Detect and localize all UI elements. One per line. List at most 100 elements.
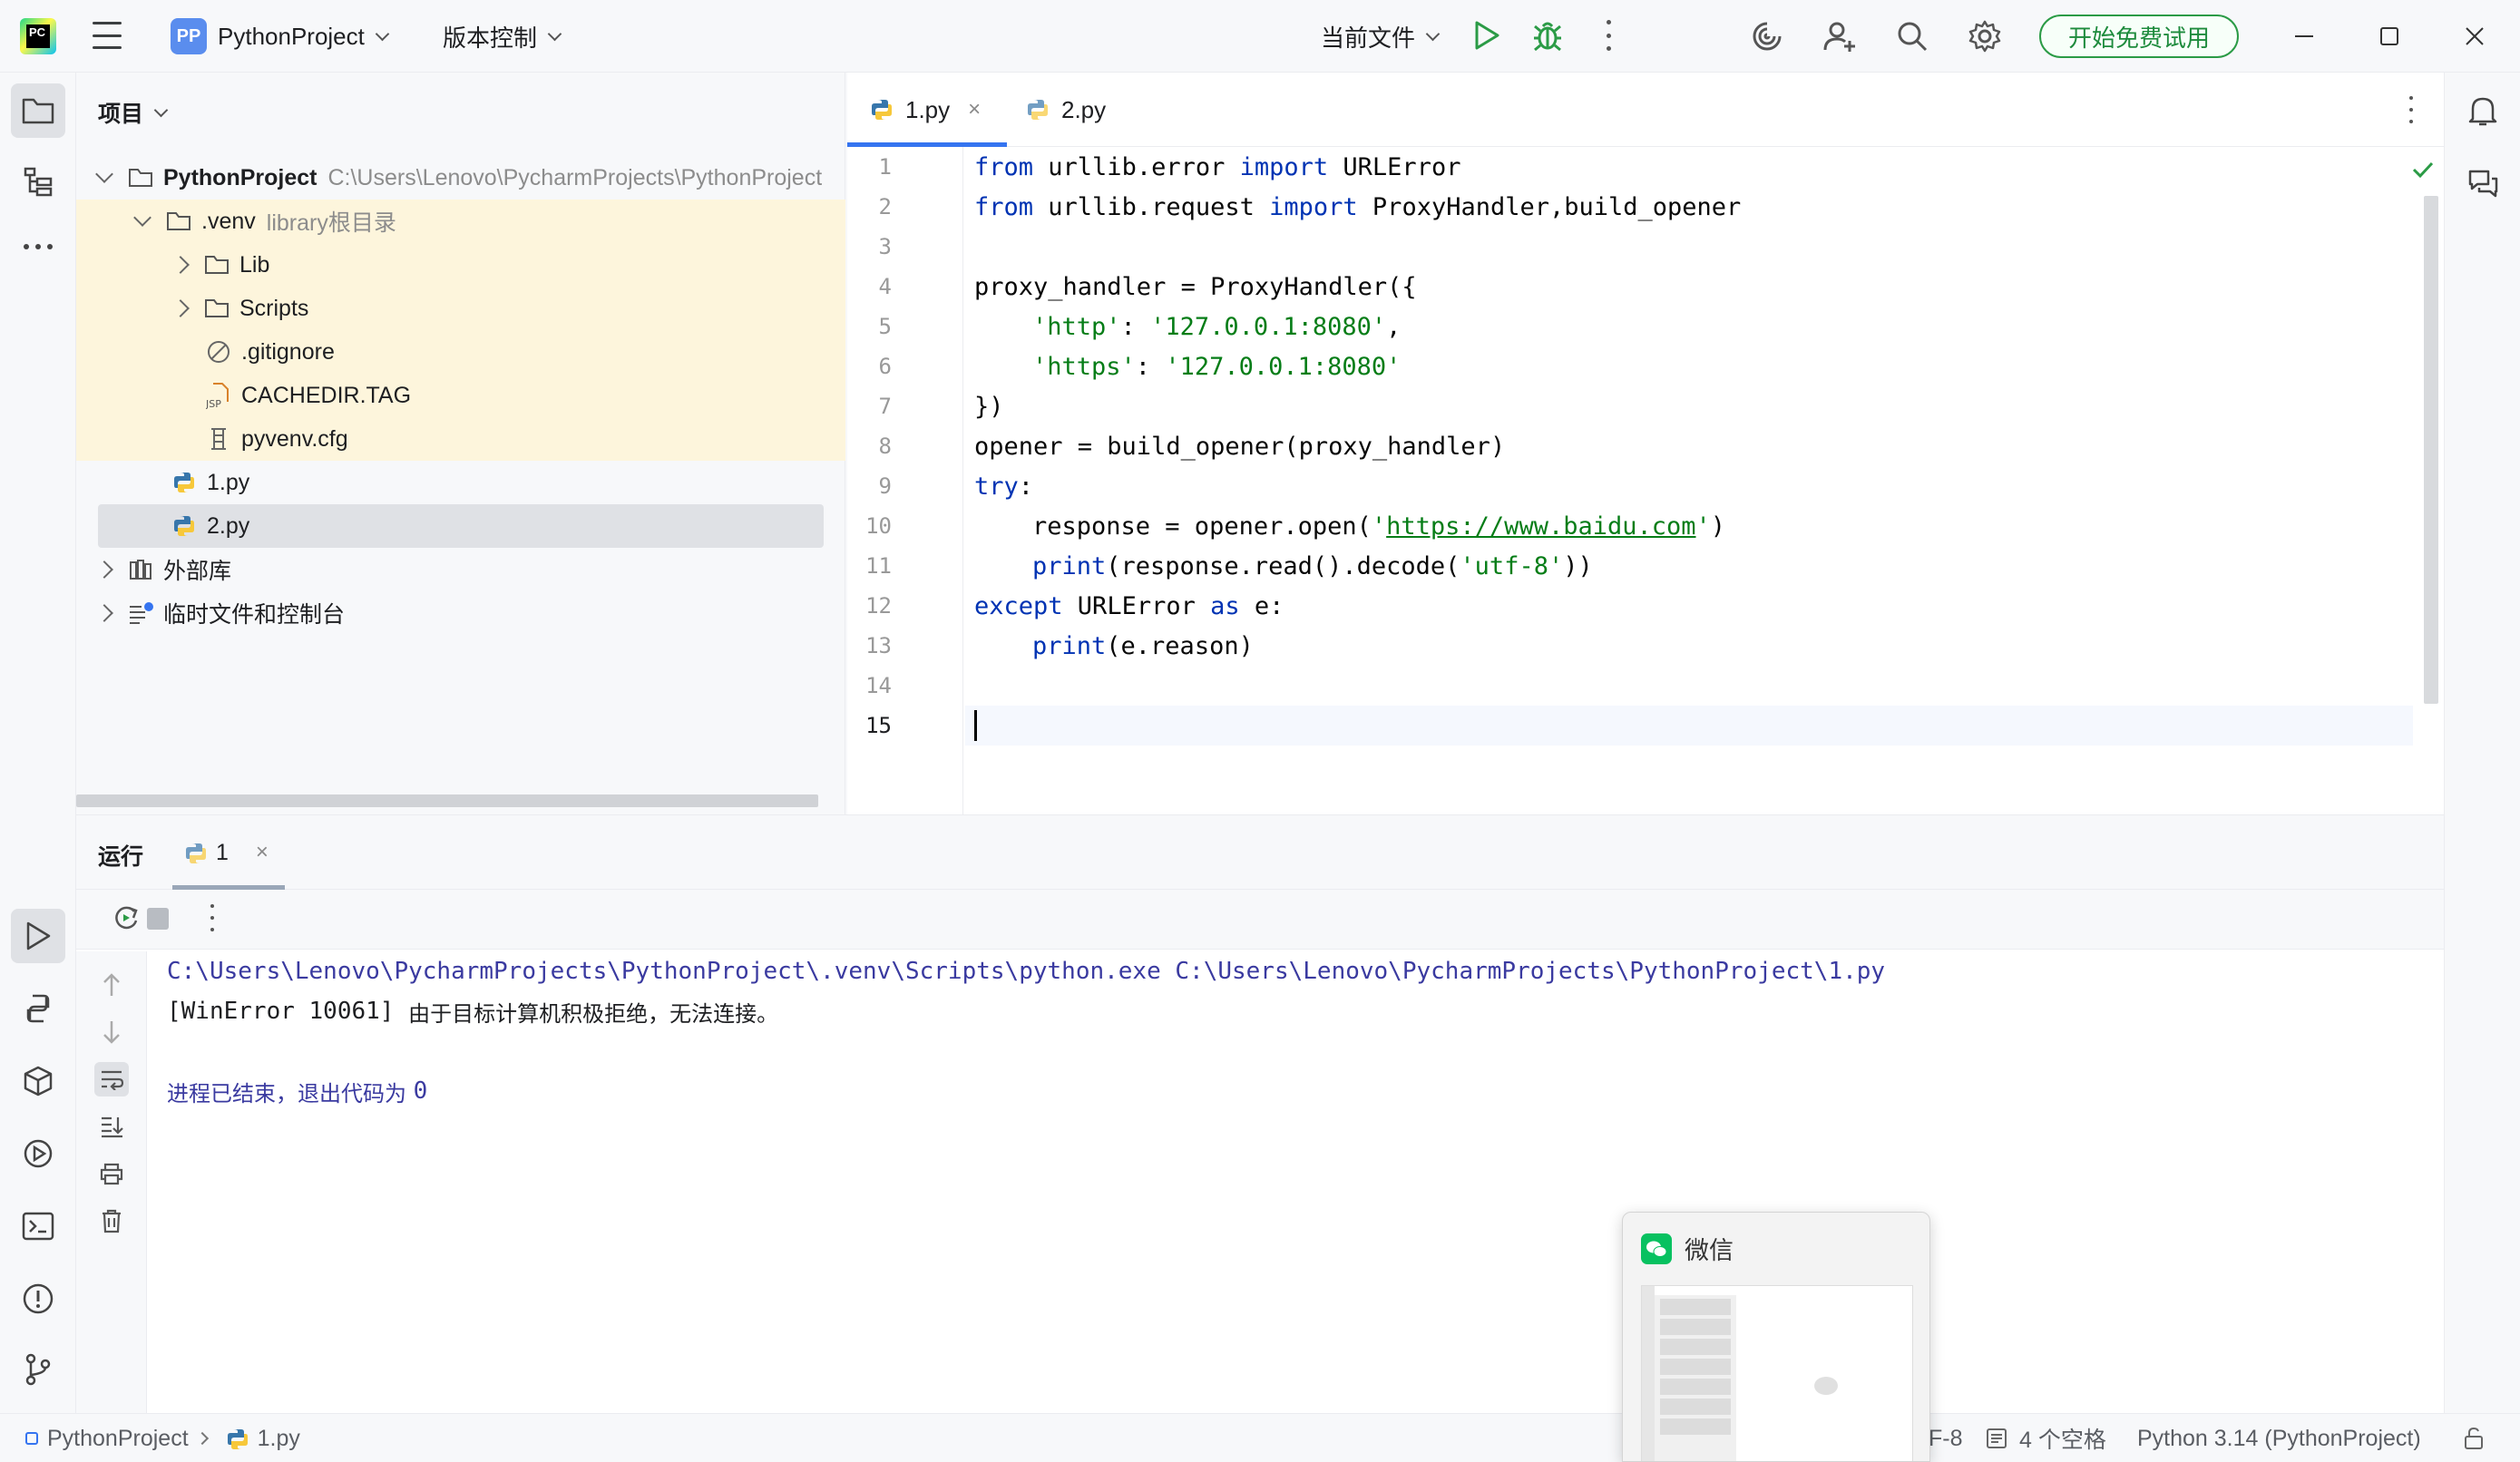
close-window-icon[interactable] xyxy=(2457,18,2493,54)
tree-item-1py[interactable]: 1.py xyxy=(76,461,845,504)
run-icon[interactable] xyxy=(1473,20,1500,51)
tab-label: 2.py xyxy=(1061,95,1107,123)
encoding-widget[interactable]: F-8 xyxy=(1929,1414,1963,1462)
problems-icon[interactable] xyxy=(11,1272,65,1326)
terminal-icon[interactable] xyxy=(11,1199,65,1253)
breadcrumb-project[interactable]: PythonProject xyxy=(47,1426,189,1452)
vertical-scrollbar[interactable] xyxy=(2424,196,2438,704)
tree-item-gitignore[interactable]: .gitignore xyxy=(76,330,845,374)
scratches-icon xyxy=(127,599,154,627)
chevron-right-icon[interactable] xyxy=(171,299,190,317)
breadcrumb-file[interactable]: 1.py xyxy=(258,1426,300,1452)
status-bar: PythonProject 1.py F-8 4 个空格 Python 3.14… xyxy=(0,1413,2520,1462)
debug-icon[interactable] xyxy=(1531,18,1564,53)
tab-1py[interactable]: 1.py × xyxy=(847,73,1007,147)
trash-icon[interactable] xyxy=(94,1204,129,1238)
run-panel-header: 运行 1 × xyxy=(76,815,2444,890)
lock-icon[interactable] xyxy=(2462,1414,2487,1462)
wechat-window-thumbnail[interactable] xyxy=(1641,1285,1913,1461)
ignore-file-icon xyxy=(205,338,232,366)
tree-item-label: 外部库 xyxy=(163,559,232,584)
more-actions-icon[interactable] xyxy=(210,904,216,931)
project-module-icon xyxy=(25,1432,38,1445)
pycharm-window: PC PP PythonProject 版本控制 当前文件 开始免费试用 项目 … xyxy=(0,0,2520,1462)
python-file-icon xyxy=(1025,97,1050,122)
main-menu-icon[interactable] xyxy=(91,22,123,49)
project-name: PythonProject xyxy=(218,22,365,50)
run-tab-1[interactable]: 1 × xyxy=(172,815,285,890)
tree-item-project-root[interactable]: PythonProject C:\Users\Lenovo\PycharmPro… xyxy=(76,156,845,200)
vcs-menu[interactable]: 版本控制 xyxy=(443,20,562,53)
tree-item-scripts[interactable]: Scripts xyxy=(76,287,845,330)
free-trial-button[interactable]: 开始免费试用 xyxy=(2039,15,2239,58)
more-tools-icon[interactable] xyxy=(11,219,65,274)
python-packages-icon[interactable] xyxy=(11,1054,65,1108)
notifications-bell-icon[interactable] xyxy=(2456,83,2510,138)
close-tab-icon[interactable]: × xyxy=(968,97,981,122)
git-branch-icon[interactable] xyxy=(11,1342,65,1397)
indent-widget[interactable]: 4 个空格 xyxy=(1985,1414,2106,1462)
scroll-to-end-icon[interactable] xyxy=(94,1109,129,1144)
line-number: 14 xyxy=(865,673,892,698)
ai-chat-icon[interactable] xyxy=(2456,156,2510,210)
run-tool-icon[interactable] xyxy=(11,909,65,963)
close-tab-icon[interactable]: × xyxy=(256,840,269,865)
maximize-icon[interactable] xyxy=(2371,18,2408,54)
stop-icon[interactable] xyxy=(147,908,169,930)
indent-label: 4 个空格 xyxy=(2019,1428,2106,1453)
tree-item-cachedir[interactable]: JSP CACHEDIR.TAG xyxy=(76,374,845,417)
tree-item-external-libs[interactable]: 外部库 xyxy=(76,548,845,591)
tree-item-scratches[interactable]: 临时文件和控制台 xyxy=(76,591,845,635)
chevron-down-icon[interactable] xyxy=(95,165,113,183)
chevron-down-icon xyxy=(1425,26,1441,41)
scroll-down-icon[interactable] xyxy=(94,1015,129,1049)
services-icon[interactable] xyxy=(11,1126,65,1181)
soft-wrap-icon[interactable] xyxy=(94,1062,129,1096)
project-panel-header[interactable]: 项目 xyxy=(98,96,169,129)
pycharm-logo-icon[interactable]: PC xyxy=(20,18,56,54)
wechat-preview-popup[interactable]: 微信 xyxy=(1622,1212,1930,1462)
no-problems-check-icon[interactable] xyxy=(2411,160,2435,184)
settings-gear-icon[interactable] xyxy=(1967,18,2003,54)
tree-item-venv[interactable]: .venv library根目录 xyxy=(76,200,845,243)
tree-item-pyvenv[interactable]: pyvenv.cfg xyxy=(76,417,845,461)
interpreter-widget[interactable]: Python 3.14 (PythonProject) xyxy=(2137,1414,2421,1462)
console-command-line: C:\Users\Lenovo\PycharmProjects\PythonPr… xyxy=(167,958,1886,985)
tree-item-2py[interactable]: 2.py xyxy=(98,504,824,548)
more-actions-icon[interactable] xyxy=(1604,20,1613,51)
print-icon[interactable] xyxy=(94,1156,129,1191)
python-file-icon xyxy=(183,841,207,864)
tab-2py[interactable]: 2.py xyxy=(1025,73,1161,147)
tab-label: 1.py xyxy=(905,95,951,123)
tree-item-lib[interactable]: Lib xyxy=(76,243,845,287)
project-switcher[interactable]: PythonProject xyxy=(218,20,390,53)
structure-icon[interactable] xyxy=(11,154,65,209)
python-console-icon[interactable] xyxy=(11,981,65,1036)
console-error-line: [WinError 10061] 由于目标计算机积极拒绝，无法连接。 xyxy=(167,991,2435,1031)
horizontal-scrollbar[interactable] xyxy=(76,794,818,807)
left-tool-strip xyxy=(0,73,76,1413)
rerun-icon[interactable] xyxy=(111,902,142,938)
line-number-current: 15 xyxy=(865,713,892,738)
chevron-right-icon[interactable] xyxy=(171,256,190,274)
minimize-icon[interactable] xyxy=(2286,18,2322,54)
search-icon[interactable] xyxy=(1894,18,1930,54)
chevron-right-icon[interactable] xyxy=(95,604,113,622)
add-user-icon[interactable] xyxy=(1822,18,1858,54)
url-link[interactable]: https://www.baidu.com xyxy=(1386,512,1695,541)
scroll-up-icon[interactable] xyxy=(94,968,129,1002)
editor-tabs-more-icon[interactable] xyxy=(2409,96,2418,123)
run-config-selector[interactable]: 当前文件 xyxy=(1321,20,1441,53)
code-line: print (response.read().decode('utf-8')) xyxy=(1032,551,1593,580)
ai-assistant-icon[interactable] xyxy=(1749,18,1785,54)
right-tool-strip xyxy=(2444,73,2520,1413)
chevron-right-icon[interactable] xyxy=(95,560,113,579)
code-line: from urllib.error import URLError xyxy=(974,152,1461,181)
line-number: 6 xyxy=(878,354,892,379)
tree-item-label: .venv xyxy=(201,208,256,234)
project-folder-icon[interactable] xyxy=(11,83,65,138)
chevron-down-icon[interactable] xyxy=(133,209,151,227)
code-area[interactable]: from urllib.error import URLError from u… xyxy=(965,147,2413,814)
console-output[interactable]: C:\Users\Lenovo\PycharmProjects\PythonPr… xyxy=(167,951,2435,1111)
project-badge[interactable]: PP xyxy=(171,18,207,54)
